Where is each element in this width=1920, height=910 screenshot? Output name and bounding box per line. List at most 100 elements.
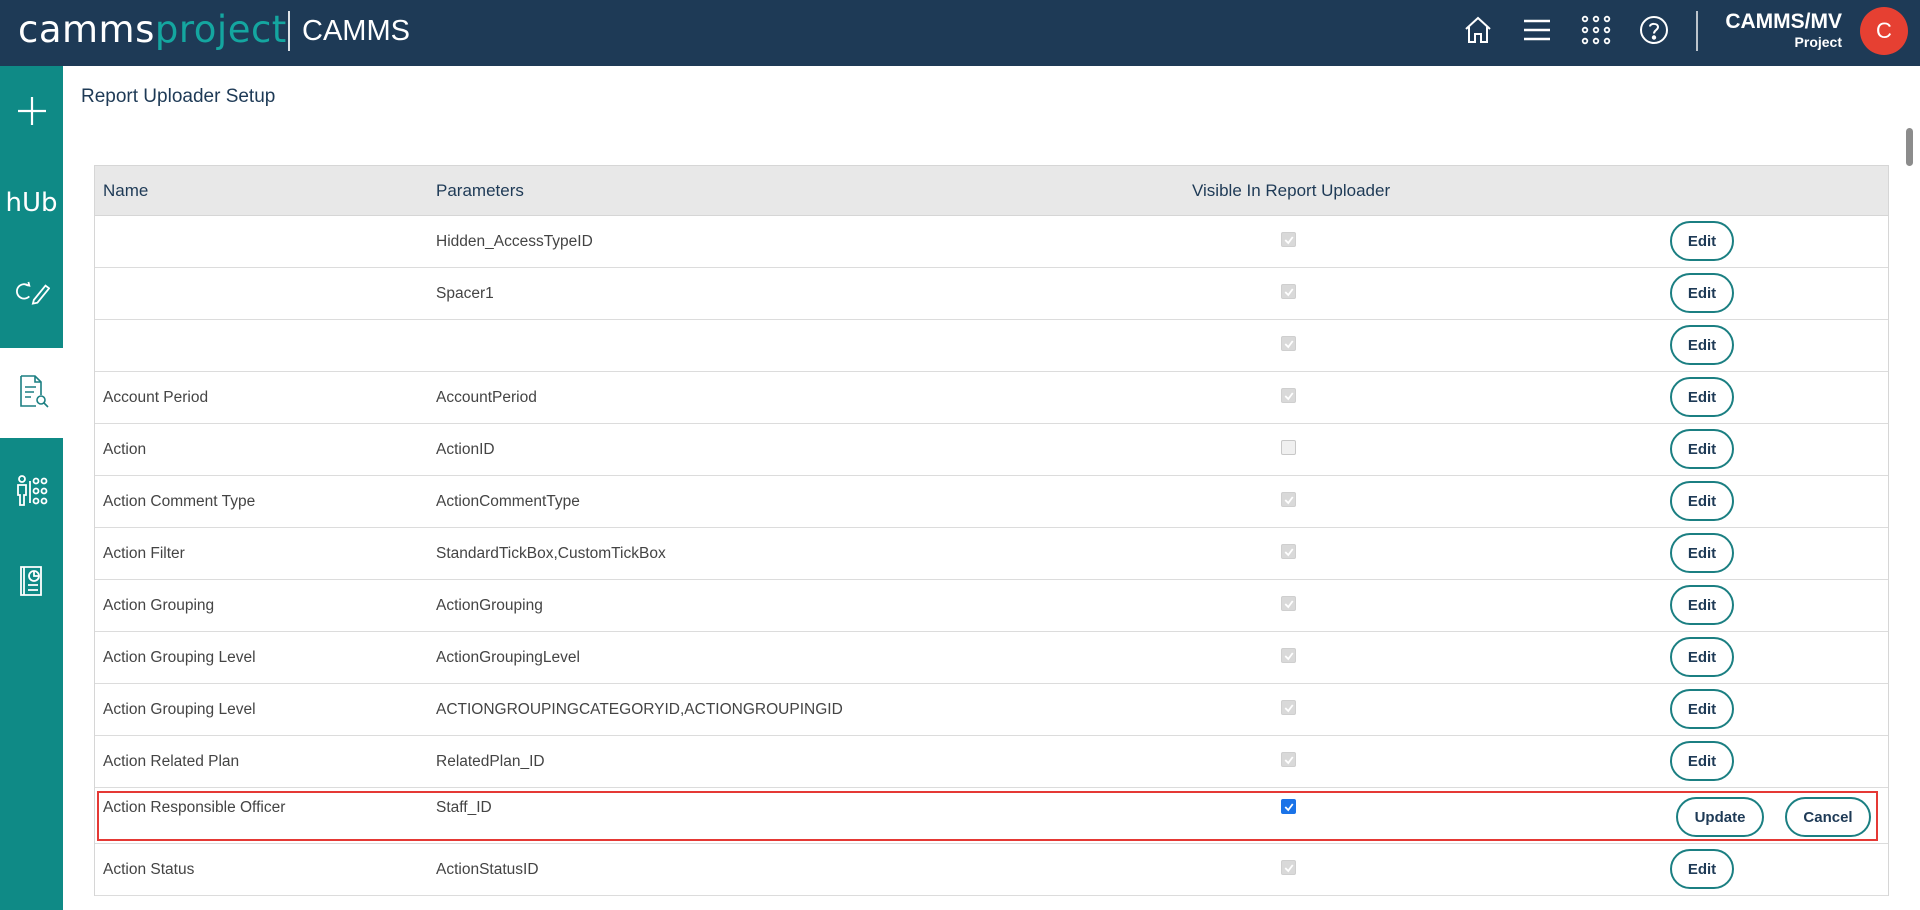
visible-checkbox-cell <box>1281 440 1296 455</box>
visible-checkbox <box>1281 596 1296 611</box>
table-header: Name Parameters Visible In Report Upload… <box>95 166 1888 216</box>
edit-button[interactable]: Edit <box>1670 221 1734 261</box>
edit-button[interactable]: Edit <box>1670 637 1734 677</box>
cell-parameters: Staff_ID <box>436 799 492 816</box>
table-row: Action Grouping Level ACTIONGROUPINGCATEG… <box>95 684 1888 736</box>
brand-logo-part2: project <box>154 8 287 51</box>
apps-grid-icon[interactable] <box>1579 13 1613 47</box>
user-info[interactable]: CAMMS/MV Project <box>1725 10 1842 51</box>
sidebar-item-org-chart[interactable] <box>0 448 63 538</box>
visible-checkbox[interactable] <box>1281 799 1296 814</box>
top-bar: cammsproject CAMMS CAMMS/MV Project C <box>0 0 1920 66</box>
edit-button[interactable]: Edit <box>1670 533 1734 573</box>
cell-name: Action Responsible Officer <box>103 799 286 816</box>
visible-checkbox <box>1281 752 1296 767</box>
column-header-visible[interactable]: Visible In Report Uploader <box>1192 181 1390 201</box>
visible-checkbox <box>1281 544 1296 559</box>
table-row: Action ActionID Edit <box>95 424 1888 476</box>
cell-parameters: AccountPeriod <box>436 389 537 406</box>
user-name: CAMMS/MV <box>1725 10 1842 33</box>
cell-name: Action Comment Type <box>103 493 256 510</box>
column-header-name[interactable]: Name <box>103 181 148 201</box>
cell-name: Action Grouping Level <box>103 701 256 718</box>
cell-parameters: ActionCommentType <box>436 493 580 510</box>
cell-name: Account Period <box>103 389 209 406</box>
cancel-button[interactable]: Cancel <box>1785 797 1871 837</box>
visible-checkbox <box>1281 492 1296 507</box>
edit-button[interactable]: Edit <box>1670 689 1734 729</box>
report-uploader-table: Name Parameters Visible In Report Upload… <box>94 165 1889 896</box>
org-chart-icon <box>14 473 50 514</box>
hub-icon: hUb <box>5 188 58 218</box>
table-row: Edit <box>95 320 1888 372</box>
table-row: Spacer1 Edit <box>95 268 1888 320</box>
visible-checkbox-cell <box>1281 336 1296 351</box>
visible-checkbox-cell <box>1281 860 1296 875</box>
scrollbar-thumb[interactable] <box>1906 128 1913 166</box>
table-row-editing: Action Responsible Officer Staff_ID Update… <box>95 788 1888 844</box>
edit-button[interactable]: Edit <box>1670 273 1734 313</box>
edit-button[interactable]: Edit <box>1670 377 1734 417</box>
edit-button[interactable]: Edit <box>1670 429 1734 469</box>
cell-name: Action Filter <box>103 545 185 562</box>
visible-checkbox <box>1281 388 1296 403</box>
edit-button[interactable]: Edit <box>1670 849 1734 889</box>
cell-name: Action Status <box>103 861 195 878</box>
table-row: Action Related Plan RelatedPlan_ID Edit <box>95 736 1888 788</box>
cell-parameters: StandardTickBox,CustomTickBox <box>436 545 666 562</box>
avatar[interactable]: C <box>1860 7 1908 55</box>
visible-checkbox-cell <box>1281 752 1296 767</box>
cell-name: Action <box>103 441 147 458</box>
edit-button[interactable]: Edit <box>1670 585 1734 625</box>
menu-icon[interactable] <box>1520 13 1554 47</box>
visible-checkbox-cell <box>1281 799 1296 814</box>
visible-checkbox-cell <box>1281 388 1296 403</box>
cell-parameters: RelatedPlan_ID <box>436 753 545 770</box>
sidebar-item-report-book[interactable] <box>0 538 63 628</box>
table-body: Hidden_AccessTypeID Edit Spacer1 Edit Edit Ac… <box>95 216 1888 896</box>
top-divider <box>1696 11 1698 51</box>
table-row: Action Comment Type ActionCommentType Edit <box>95 476 1888 528</box>
user-module: Project <box>1794 34 1842 50</box>
brand-divider <box>288 11 290 51</box>
edit-button[interactable]: Edit <box>1670 325 1734 365</box>
table-row: Action Grouping Level ActionGroupingLevel… <box>95 632 1888 684</box>
visible-checkbox <box>1281 284 1296 299</box>
sidebar-item-reports[interactable] <box>0 348 63 438</box>
table-row: Action Filter StandardTickBox,CustomTickB… <box>95 528 1888 580</box>
table-row: Hidden_AccessTypeID Edit <box>95 216 1888 268</box>
sidebar-item-hub[interactable]: hUb <box>0 158 63 248</box>
sidebar-item-add[interactable] <box>0 68 63 158</box>
update-button[interactable]: Update <box>1676 797 1764 837</box>
column-header-parameters[interactable]: Parameters <box>436 181 524 201</box>
table-row: Account Period AccountPeriod Edit <box>95 372 1888 424</box>
edit-button[interactable]: Edit <box>1670 741 1734 781</box>
edit-button[interactable]: Edit <box>1670 481 1734 521</box>
sidebar: hUb <box>0 66 63 910</box>
visible-checkbox <box>1281 648 1296 663</box>
cell-name: Action Grouping Level <box>103 649 256 666</box>
visible-checkbox-cell <box>1281 648 1296 663</box>
brand-logo-part1: camms <box>18 8 155 51</box>
visible-checkbox <box>1281 860 1296 875</box>
plus-icon <box>14 93 50 134</box>
cell-parameters: Hidden_AccessTypeID <box>436 233 593 250</box>
report-search-icon <box>14 373 50 414</box>
brand-logo[interactable]: cammsproject <box>18 8 287 52</box>
visible-checkbox-cell <box>1281 284 1296 299</box>
cell-name: Action Grouping <box>103 597 215 614</box>
home-icon[interactable] <box>1461 13 1495 47</box>
table-row: Action Grouping ActionGrouping Edit <box>95 580 1888 632</box>
refresh-edit-icon <box>14 273 50 314</box>
cell-parameters: Spacer1 <box>436 285 494 302</box>
table-row: Action Status ActionStatusID Edit <box>95 844 1888 896</box>
visible-checkbox <box>1281 700 1296 715</box>
help-icon[interactable] <box>1637 13 1671 47</box>
visible-checkbox-cell <box>1281 232 1296 247</box>
visible-checkbox-cell <box>1281 544 1296 559</box>
edit-row-highlight <box>97 791 1878 841</box>
visible-checkbox <box>1281 232 1296 247</box>
cell-parameters: ACTIONGROUPINGCATEGORYID,ACTIONGROUPINGI… <box>436 701 843 718</box>
sidebar-item-refresh-edit[interactable] <box>0 248 63 338</box>
visible-checkbox-cell <box>1281 700 1296 715</box>
